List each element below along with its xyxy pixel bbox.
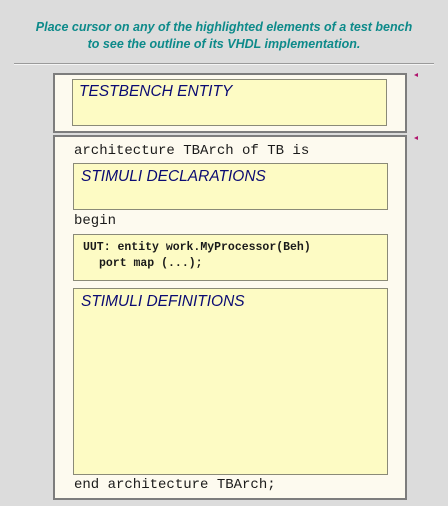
testbench-entity-box[interactable]: TESTBENCH ENTITY <box>72 79 387 126</box>
uut-port-map-code: port map (...); <box>99 257 203 270</box>
begin-keyword-code: begin <box>74 213 117 229</box>
stimuli-declarations-box[interactable]: STIMULI DECLARATIONS <box>73 163 388 210</box>
testbench-entity-label: TESTBENCH ENTITY <box>79 83 233 100</box>
instructions-line-2: to see the outline of its VHDL implement… <box>87 37 361 51</box>
instructions-line-1: Place cursor on any of the highlighted e… <box>35 20 413 34</box>
architecture-header-code: architecture TBArch of TB is <box>74 143 310 159</box>
stimuli-declarations-label: STIMULI DECLARATIONS <box>81 168 266 185</box>
entity-marker-icon <box>414 73 418 77</box>
instructions-text: Place cursor on any of the highlighted e… <box>0 19 448 53</box>
uut-entity-code: UUT: entity work.MyProcessor(Beh) <box>83 241 311 254</box>
stimuli-definitions-box[interactable]: STIMULI DEFINITIONS <box>73 288 388 475</box>
end-architecture-code: end architecture TBArch; <box>74 477 276 493</box>
architecture-marker-icon <box>414 136 418 140</box>
horizontal-divider <box>14 63 434 65</box>
uut-instance-box[interactable]: UUT: entity work.MyProcessor(Beh) port m… <box>73 234 388 281</box>
stimuli-definitions-label: STIMULI DEFINITIONS <box>81 293 245 310</box>
